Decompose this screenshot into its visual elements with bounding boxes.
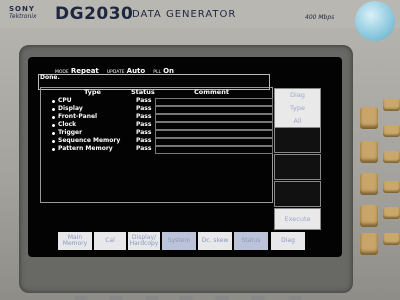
row-comment bbox=[155, 130, 273, 138]
bullet-icon bbox=[52, 148, 55, 151]
front-panel-key-6[interactable] bbox=[383, 233, 400, 245]
row-status: Pass bbox=[136, 121, 152, 128]
row-type: Display bbox=[58, 105, 83, 112]
bottom-bezel-key-3[interactable] bbox=[145, 296, 159, 300]
front-panel-key-2[interactable] bbox=[383, 125, 400, 137]
model-name: DG2030 bbox=[55, 4, 134, 24]
system-button[interactable]: System bbox=[162, 232, 196, 250]
table-row[interactable]: Front-Panel Pass bbox=[48, 113, 273, 122]
front-panel-key-3[interactable] bbox=[383, 151, 400, 163]
row-status: Pass bbox=[136, 105, 152, 112]
power-knob[interactable] bbox=[355, 1, 395, 41]
bottom-bezel-key-6[interactable] bbox=[251, 296, 265, 300]
side-bezel-key-5[interactable] bbox=[360, 233, 378, 255]
row-comment bbox=[155, 98, 273, 106]
row-comment bbox=[155, 106, 273, 114]
model-description: DATA GENERATOR bbox=[132, 9, 237, 20]
bullet-icon bbox=[52, 140, 55, 143]
front-panel-key-4[interactable] bbox=[383, 181, 400, 193]
row-status: Pass bbox=[136, 97, 152, 104]
diag-type-line3: All bbox=[293, 117, 302, 125]
main-memory-button[interactable]: Main Memory bbox=[58, 232, 92, 250]
row-type: Front-Panel bbox=[58, 113, 98, 120]
display-hardcopy-line2: Hardcopy bbox=[129, 240, 159, 247]
diag-type-button[interactable]: Diag Type All bbox=[274, 88, 321, 128]
row-status: Pass bbox=[136, 129, 152, 136]
front-panel-key-1[interactable] bbox=[383, 99, 400, 111]
side-bezel-key-3[interactable] bbox=[360, 173, 378, 195]
main-memory-line2: Memory bbox=[62, 240, 88, 247]
row-type: Trigger bbox=[58, 129, 83, 136]
side-bezel-key-1[interactable] bbox=[360, 107, 378, 129]
side-bezel-key-4[interactable] bbox=[360, 205, 378, 227]
brand-logo: SONY bbox=[9, 5, 35, 13]
diag-type-line2: Type bbox=[290, 104, 305, 112]
bullet-icon bbox=[52, 116, 55, 119]
diag-type-line1: Diag bbox=[290, 91, 305, 99]
diag-button[interactable]: Diag bbox=[271, 232, 305, 250]
row-type: Sequence Memory bbox=[58, 137, 121, 144]
header-status: Status bbox=[131, 88, 155, 96]
row-type: Pattern Memory bbox=[58, 145, 113, 152]
front-panel-key-5[interactable] bbox=[383, 207, 400, 219]
row-comment bbox=[155, 122, 273, 130]
sub-brand-logo: Tektronix bbox=[9, 13, 37, 20]
row-comment bbox=[155, 146, 273, 154]
row-status: Pass bbox=[136, 113, 152, 120]
header-type: Type bbox=[84, 88, 101, 96]
status-button[interactable]: Status bbox=[234, 232, 268, 250]
row-status: Pass bbox=[136, 145, 152, 152]
side-menu-blank-3[interactable] bbox=[274, 154, 321, 180]
execute-button[interactable]: Execute bbox=[274, 208, 321, 230]
data-rate-label: 400 Mbps bbox=[305, 14, 335, 21]
message-text: Done. bbox=[40, 74, 60, 81]
bottom-bezel-key-2[interactable] bbox=[109, 296, 123, 300]
table-row[interactable]: Pattern Memory Pass bbox=[48, 145, 273, 154]
bullet-icon bbox=[52, 124, 55, 127]
side-menu-blank-2[interactable] bbox=[274, 127, 321, 153]
row-type: Clock bbox=[58, 121, 77, 128]
side-menu-blank-4[interactable] bbox=[274, 181, 321, 207]
row-comment bbox=[155, 114, 273, 122]
bullet-icon bbox=[52, 108, 55, 111]
bottom-bezel-key-4[interactable] bbox=[179, 296, 193, 300]
dc-skew-button[interactable]: Dc. skew bbox=[198, 232, 232, 250]
bottom-bezel-key-5[interactable] bbox=[215, 296, 229, 300]
bottom-bezel-key-1[interactable] bbox=[74, 296, 88, 300]
row-comment bbox=[155, 138, 273, 146]
row-status: Pass bbox=[136, 137, 152, 144]
bullet-icon bbox=[52, 100, 55, 103]
header-comment: Comment bbox=[194, 88, 229, 96]
display-hardcopy-button[interactable]: Display/Hardcopy bbox=[128, 232, 160, 250]
bullet-icon bbox=[52, 132, 55, 135]
row-type: CPU bbox=[58, 97, 72, 104]
bottom-bezel-key-7[interactable] bbox=[288, 296, 302, 300]
side-bezel-key-2[interactable] bbox=[360, 141, 378, 163]
cal-button[interactable]: Cal bbox=[94, 232, 126, 250]
